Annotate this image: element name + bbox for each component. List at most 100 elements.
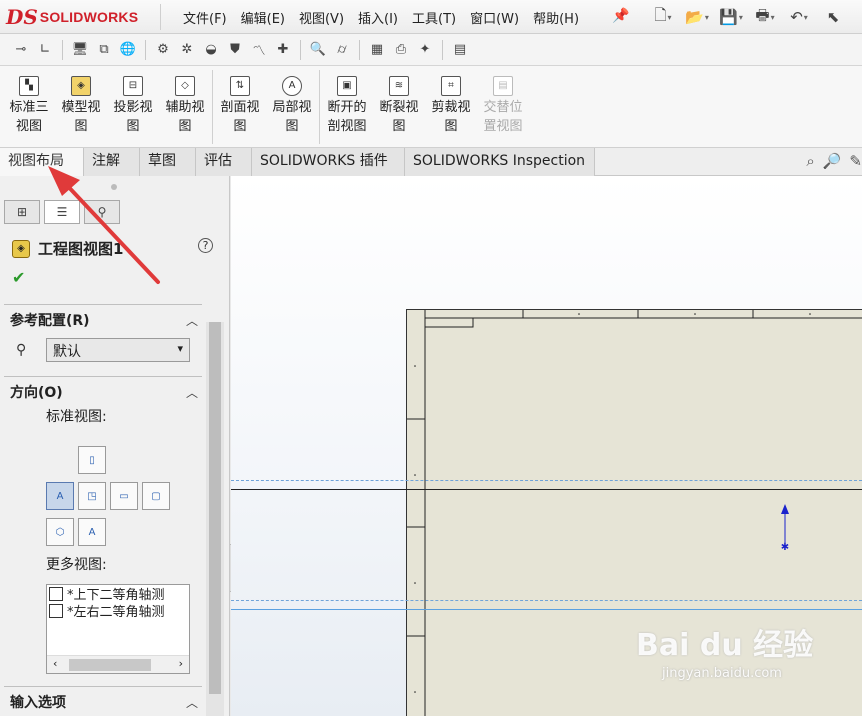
broken-out-section-button[interactable]: ▣ 断开的 剖视图 — [322, 76, 372, 136]
monitor-icon[interactable]: 🖥 — [69, 39, 91, 61]
section-view-button[interactable]: ⇅ 剖面视 图 — [215, 76, 265, 136]
ok-check-icon[interactable]: ✔ — [12, 268, 25, 287]
detail-view-button[interactable]: A 局部视 图 — [267, 76, 317, 136]
tab-view-layout[interactable]: 视图布局 — [0, 148, 84, 176]
print-icon[interactable]: 🖶 ▾ — [750, 5, 780, 29]
panel-grip[interactable] — [111, 184, 117, 190]
shield-icon[interactable]: ⛊ — [224, 39, 246, 61]
menu-edit[interactable]: 编辑(E) — [234, 8, 292, 27]
chevron-right-icon[interactable]: › — [179, 657, 183, 670]
drawing-view-icon: ◈ — [12, 239, 30, 258]
chevron-up-icon[interactable]: ︿ — [186, 384, 198, 401]
property-manager-tab-icon[interactable]: ☰ — [44, 200, 80, 224]
chevron-left-icon[interactable]: ‹ — [53, 657, 57, 670]
ribbon-label: 局部视 — [272, 100, 312, 115]
menu-help[interactable]: 帮助(H) — [526, 8, 586, 27]
ribbon-label: 图 — [285, 119, 299, 134]
checkbox[interactable] — [49, 603, 63, 618]
model-view-button[interactable]: ◈ 模型视 图 — [56, 76, 106, 136]
puzzle-icon[interactable]: ✚ — [272, 39, 294, 61]
reference-config-heading[interactable]: 参考配置(R) — [10, 310, 90, 330]
menu-view[interactable]: 视图(V) — [292, 8, 351, 27]
tab-evaluate[interactable]: 评估 — [196, 148, 252, 176]
list-item[interactable]: *左右二等角轴测 — [47, 602, 189, 620]
chevron-up-icon[interactable]: ︿ — [186, 312, 198, 329]
auxiliary-view-icon: ◇ — [175, 76, 195, 96]
right-view-button[interactable]: ▭ — [110, 482, 138, 510]
horizontal-scrollbar[interactable]: ‹ › — [47, 655, 189, 673]
ribbon-label: 图 — [74, 119, 88, 134]
angle-icon[interactable]: ∟ — [34, 39, 56, 61]
chevron-up-icon[interactable]: ︿ — [186, 694, 198, 711]
menu-insert[interactable]: 插入(I) — [351, 8, 405, 27]
standard-3-view-button[interactable]: ▚ 标准三 视图 — [4, 76, 54, 136]
auxiliary-view-button[interactable]: ◇ 辅助视 图 — [160, 76, 210, 136]
left-view-button[interactable]: ◳ — [78, 482, 106, 510]
solidworks-logo[interactable]: DS SOLIDWORKS — [6, 4, 154, 30]
menu-tools[interactable]: 工具(T) — [405, 8, 463, 27]
bottom-view-button[interactable]: A — [78, 518, 106, 546]
coordinate-arrow-icon: ✱ — [781, 504, 789, 552]
feature-manager-tab-icon[interactable]: ⊞ — [4, 200, 40, 224]
tab-sketch[interactable]: 草图 — [140, 148, 196, 176]
pin-icon[interactable]: 📌 — [612, 8, 629, 24]
vertical-scrollbar[interactable] — [206, 322, 224, 716]
more-views-list[interactable]: *上下二等角轴测 *左右二等角轴测 ‹ › — [46, 584, 190, 674]
list-item-label: *左右二等角轴测 — [67, 605, 165, 620]
printer-icon[interactable]: ⎙ — [390, 39, 412, 61]
zoom-to-fit-icon[interactable]: ⌕ — [806, 152, 814, 170]
help-icon[interactable]: ? — [198, 238, 213, 253]
section-view-icon: ⇅ — [230, 76, 250, 96]
front-view-button[interactable]: A — [46, 482, 74, 510]
bowl-icon[interactable]: ◒ — [200, 39, 222, 61]
top-view-button[interactable]: ▯ — [78, 446, 106, 474]
dashed-guide-line — [231, 480, 862, 481]
configuration-manager-tab-icon[interactable]: ⚲ — [84, 200, 120, 224]
model-view-icon: ◈ — [71, 76, 91, 96]
network-icon[interactable]: ⧉ — [93, 39, 115, 61]
ribbon-label: 剪裁视 — [431, 100, 471, 115]
new-sheet-icon[interactable]: ✦ — [414, 39, 436, 61]
command-tabs: 视图布局 注解 草图 评估 SOLIDWORKS 插件 SOLIDWORKS I… — [0, 148, 862, 176]
undo-icon[interactable]: ↶ ▾ — [784, 5, 814, 29]
menu-file[interactable]: 文件(F) — [176, 8, 234, 27]
zoom-area-icon[interactable]: 🔎 — [823, 152, 842, 170]
scrollbar-thumb[interactable] — [69, 659, 151, 671]
tab-solidworks-addins[interactable]: SOLIDWORKS 插件 — [252, 148, 405, 176]
break-view-button[interactable]: ≋ 断裂视 图 — [374, 76, 424, 136]
tab-solidworks-inspection[interactable]: SOLIDWORKS Inspection — [405, 148, 595, 176]
isometric-view-button[interactable]: ⬡ — [46, 518, 74, 546]
orientation-heading[interactable]: 方向(O) — [10, 382, 63, 402]
book-icon[interactable]: ▤ — [449, 39, 471, 61]
config-dropdown[interactable]: 默认 ▾ — [46, 338, 190, 362]
magnifier-icon[interactable]: 🔍 — [307, 39, 329, 61]
ribbon-label: 图 — [126, 119, 140, 134]
tab-annotation[interactable]: 注解 — [84, 148, 140, 176]
pencil-icon[interactable]: ✎ — [849, 152, 862, 170]
binoculars-icon[interactable]: ⌭ — [331, 39, 353, 61]
ribbon-label: 图 — [392, 119, 406, 134]
graph-icon[interactable]: 〽 — [248, 39, 270, 61]
scrollbar-thumb[interactable] — [209, 322, 221, 694]
globe-icon[interactable]: 🌐 — [117, 39, 139, 61]
crop-view-button[interactable]: ⌗ 剪裁视 图 — [426, 76, 476, 136]
select-arrow-icon[interactable]: ⬉ — [818, 5, 848, 29]
gear-icon[interactable]: ⚙ — [152, 39, 174, 61]
logo-separator — [160, 4, 161, 30]
ribbon-label: 投影视 — [113, 100, 153, 115]
open-folder-icon[interactable]: 📂 ▾ — [682, 5, 712, 29]
alternate-position-view-button[interactable]: ▤ 交替位 置视图 — [478, 76, 528, 136]
list-item[interactable]: *上下二等角轴测 — [47, 585, 189, 603]
excel-icon[interactable]: ▦ — [366, 39, 388, 61]
gear-options-icon[interactable]: ✲ — [176, 39, 198, 61]
save-icon[interactable]: 💾 ▾ — [716, 5, 746, 29]
menu-window[interactable]: 窗口(W) — [463, 8, 526, 27]
input-options-heading[interactable]: 输入选项 — [10, 692, 66, 712]
checkbox[interactable] — [49, 586, 63, 601]
new-document-icon[interactable]: 🗋 ▾ — [648, 5, 678, 29]
projected-view-button[interactable]: ⊟ 投影视 图 — [108, 76, 158, 136]
key-icon[interactable]: ⊸ — [10, 39, 32, 61]
section-divider — [4, 304, 202, 305]
back-view-button[interactable]: ▢ — [142, 482, 170, 510]
ribbon-label: 交替位 — [483, 100, 523, 115]
